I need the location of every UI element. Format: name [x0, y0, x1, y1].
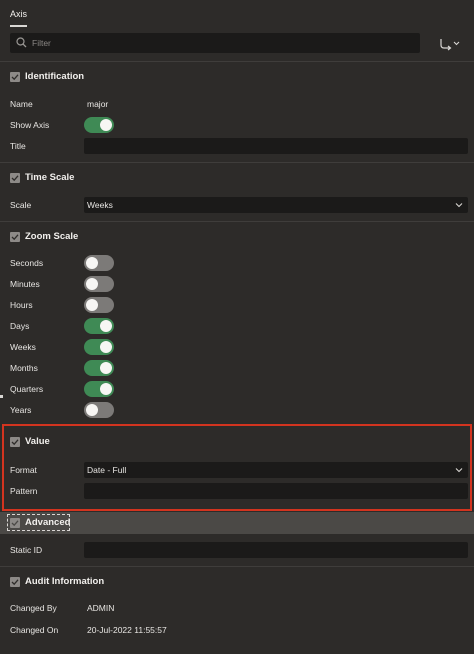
property-label: Changed On	[10, 625, 59, 635]
title-input[interactable]	[84, 138, 468, 154]
property-row-zoom-years: Years	[0, 400, 474, 421]
collapse-check-icon[interactable]	[10, 232, 20, 242]
property-label: Seconds	[10, 258, 44, 268]
property-label: Quarters	[10, 384, 44, 394]
section-identification: Identification	[0, 61, 474, 91]
section-title: Identification	[25, 71, 85, 82]
section-header-advanced[interactable]: Advanced	[0, 512, 474, 534]
property-label: Years	[10, 405, 32, 415]
section-title: Value	[25, 436, 50, 447]
collapse-check-icon[interactable]	[10, 577, 20, 587]
scroll-indicator	[0, 395, 3, 398]
property-label: Hours	[10, 300, 33, 310]
property-row-pattern: Pattern	[0, 481, 474, 502]
property-label: Title	[10, 141, 26, 151]
toggle-knob	[86, 299, 98, 311]
section-title: Advanced	[25, 517, 71, 528]
property-label: Changed By	[10, 603, 57, 613]
section-header-audit-information[interactable]: Audit Information	[0, 566, 474, 596]
property-row-zoom-seconds: Seconds	[0, 253, 474, 274]
tab-axis[interactable]: Axis	[10, 9, 28, 27]
minutes-toggle[interactable]	[84, 276, 114, 292]
property-label: Format	[10, 465, 37, 475]
select-value: Date - Full	[87, 465, 127, 475]
section-header-zoom-scale[interactable]: Zoom Scale	[0, 221, 474, 251]
property-row-zoom-hours: Hours	[0, 295, 474, 316]
chevron-down-icon	[455, 203, 463, 208]
property-row-format: Format Date - Full	[0, 460, 474, 481]
property-label: Scale	[10, 200, 32, 210]
property-row-zoom-days: Days	[0, 316, 474, 337]
hours-toggle[interactable]	[84, 297, 114, 313]
collapse-check-icon[interactable]	[10, 173, 20, 183]
collapse-check-icon[interactable]	[10, 437, 20, 447]
section-header-identification[interactable]: Identification	[0, 61, 474, 91]
weeks-toggle[interactable]	[84, 339, 114, 355]
section-time-scale: Time Scale	[0, 162, 474, 192]
property-row-name: Name major	[0, 94, 474, 115]
years-toggle[interactable]	[84, 402, 114, 418]
show-axis-toggle[interactable]	[84, 117, 114, 133]
toggle-knob	[86, 278, 98, 290]
property-row-zoom-months: Months	[0, 358, 474, 379]
section-title: Zoom Scale	[25, 231, 79, 242]
section-title: Time Scale	[25, 172, 75, 183]
chevron-down-icon	[455, 468, 463, 473]
toggle-knob	[100, 320, 112, 332]
name-value: major	[87, 99, 109, 109]
filter-input[interactable]	[32, 36, 412, 50]
property-row-scale: Scale Weeks	[0, 195, 474, 216]
filter-row	[0, 30, 474, 59]
changed-by-value: ADMIN	[87, 603, 115, 613]
static-id-input[interactable]	[84, 542, 468, 558]
toggle-knob	[100, 383, 112, 395]
days-toggle[interactable]	[84, 318, 114, 334]
toggle-knob	[86, 404, 98, 416]
property-row-static-id: Static ID	[0, 540, 474, 561]
property-row-zoom-quarters: Quarters	[0, 379, 474, 400]
property-row-zoom-weeks: Weeks	[0, 337, 474, 358]
section-title: Audit Information	[25, 576, 105, 587]
section-header-time-scale[interactable]: Time Scale	[0, 162, 474, 192]
property-row-show-axis: Show Axis	[0, 115, 474, 136]
property-label: Days	[10, 321, 30, 331]
changed-on-value: 20-Jul-2022 11:55:57	[87, 625, 167, 635]
property-row-zoom-minutes: Minutes	[0, 274, 474, 295]
toggle-knob	[100, 341, 112, 353]
property-label: Static ID	[10, 545, 43, 555]
search-icon	[16, 37, 27, 48]
toggle-knob	[100, 362, 112, 374]
pattern-input[interactable]	[84, 483, 468, 499]
property-label: Weeks	[10, 342, 36, 352]
format-select[interactable]: Date - Full	[84, 462, 468, 478]
property-label: Months	[10, 363, 38, 373]
toggle-knob	[100, 119, 112, 131]
tab-bar: Axis	[0, 0, 474, 30]
seconds-toggle[interactable]	[84, 255, 114, 271]
filter-box[interactable]	[10, 33, 420, 53]
property-row-changed-by: Changed By ADMIN	[0, 598, 474, 619]
months-toggle[interactable]	[84, 360, 114, 376]
section-header-value[interactable]: Value	[0, 427, 474, 457]
section-zoom-scale: Zoom Scale	[0, 221, 474, 251]
property-row-title: Title	[0, 136, 474, 157]
property-row-changed-on: Changed On 20-Jul-2022 11:55:57	[0, 620, 474, 641]
toggle-knob	[86, 257, 98, 269]
section-value: Value	[0, 427, 474, 457]
goto-group-icon[interactable]	[436, 36, 462, 52]
property-label: Show Axis	[10, 120, 50, 130]
property-label: Minutes	[10, 279, 40, 289]
property-label: Name	[10, 99, 33, 109]
collapse-check-icon[interactable]	[10, 72, 20, 82]
property-label: Pattern	[10, 486, 38, 496]
select-value: Weeks	[87, 200, 113, 210]
quarters-toggle[interactable]	[84, 381, 114, 397]
collapse-check-icon[interactable]	[10, 518, 20, 528]
scale-select[interactable]: Weeks	[84, 197, 468, 213]
section-audit-information: Audit Information	[0, 566, 474, 596]
